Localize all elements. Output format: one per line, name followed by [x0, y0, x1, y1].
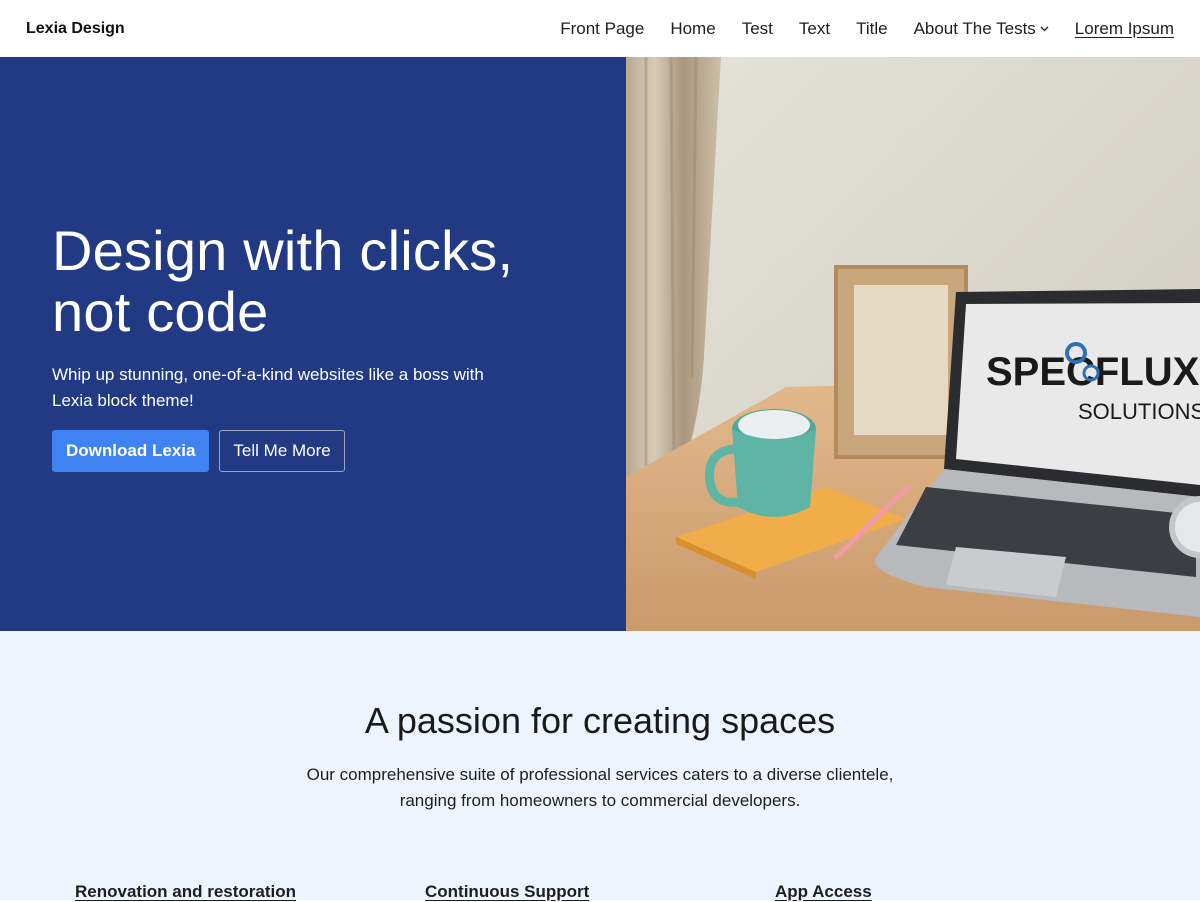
desk-photo: SPECFLUX SOLUTIONS — [626, 57, 1200, 631]
laptop-brand-line2: SOLUTIONS — [1078, 399, 1200, 424]
nav-item-label: About The Tests — [913, 18, 1036, 38]
services-description: Our comprehensive suite of professional … — [306, 765, 894, 810]
nav-item-text[interactable]: Text — [799, 19, 830, 39]
nav-item-test[interactable]: Test — [742, 19, 773, 39]
hero-title-line-1: Design with clicks, — [52, 219, 514, 282]
nav-item-front-page[interactable]: Front Page — [560, 19, 644, 39]
feature-app-access-link[interactable]: App Access — [775, 882, 872, 901]
feature-item: Continuous Support — [425, 882, 775, 902]
hero-title-line-2: not code — [52, 280, 269, 343]
services-title: A passion for creating spaces — [364, 700, 836, 741]
laptop-brand-line1: SPECFLUX — [986, 350, 1200, 394]
feature-renovation-link[interactable]: Renovation and restoration — [75, 882, 296, 901]
feature-item: Renovation and restoration — [75, 882, 425, 902]
download-button[interactable]: Download Lexia — [52, 430, 210, 472]
chevron-down-icon[interactable] — [1040, 24, 1049, 35]
nav-item-about-the-tests[interactable]: About The Tests — [914, 19, 1049, 39]
site-title[interactable]: Lexia Design — [26, 20, 125, 38]
hero-image: SPECFLUX SOLUTIONS — [626, 57, 1200, 631]
feature-list: Renovation and restoration Continuous Su… — [0, 882, 1200, 902]
site-header: Lexia Design Front Page Home Test Text T… — [0, 0, 1200, 57]
hero-title: Design with clicks, not code — [52, 220, 574, 342]
hero-content: Design with clicks, not code Whip up stu… — [0, 57, 626, 631]
main-nav: Front Page Home Test Text Title About Th… — [560, 19, 1174, 39]
services-section: A passion for creating spaces Our compre… — [0, 631, 1200, 902]
feature-item: App Access — [775, 882, 1125, 902]
tell-me-more-button[interactable]: Tell Me More — [219, 430, 345, 472]
hero-section: Design with clicks, not code Whip up stu… — [0, 57, 1200, 631]
nav-item-title[interactable]: Title — [856, 19, 888, 39]
nav-item-home[interactable]: Home — [670, 19, 715, 39]
hero-buttons: Download Lexia Tell Me More — [52, 430, 574, 472]
nav-item-lorem-ipsum[interactable]: Lorem Ipsum — [1075, 19, 1174, 39]
hero-subtitle: Whip up stunning, one-of-a-kind websites… — [52, 365, 484, 410]
feature-support-link[interactable]: Continuous Support — [425, 882, 589, 901]
